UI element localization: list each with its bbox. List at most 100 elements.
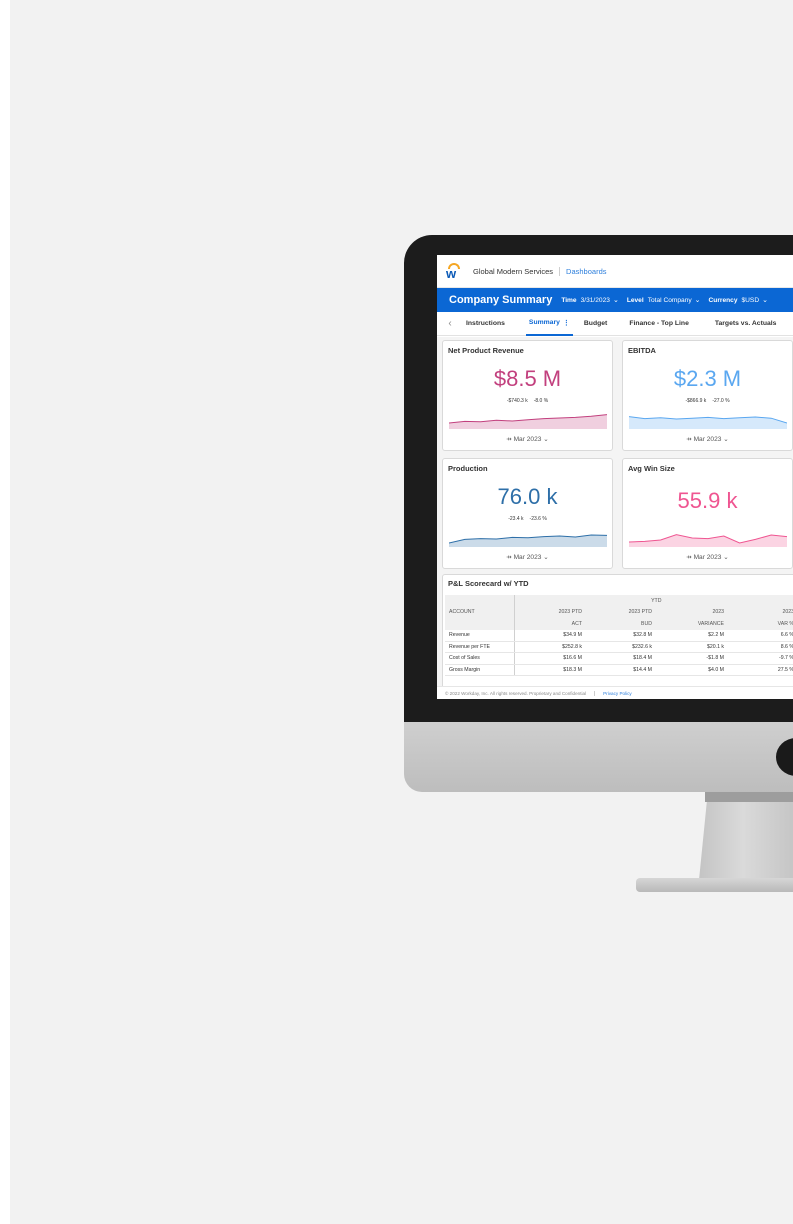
table-cell: $34.9 M xyxy=(514,629,586,642)
monitor-stand-joint xyxy=(705,792,793,802)
kpi-deltas: -$866.9 k -27.0 % xyxy=(623,398,792,404)
table-header-cell xyxy=(445,595,515,607)
monitor-stand xyxy=(699,792,793,880)
table-cell: $18.3 M xyxy=(514,664,586,676)
filter-currency-value[interactable]: $USD xyxy=(742,297,760,304)
table-row[interactable]: Revenue per FTE $252.8 k $232.6 k $20.1 … xyxy=(445,641,793,653)
card-title: Production xyxy=(448,464,488,473)
table-cell-account: Revenue per FTE xyxy=(445,641,515,653)
chevron-down-icon: ⌄ xyxy=(723,554,729,561)
kpi-card-avg-win-size[interactable]: Avg Win Size 55.9 k ⇸ Mar 2023 ⌄ xyxy=(622,458,793,569)
table-cell: $16.6 M xyxy=(514,652,586,665)
compare-arrows-icon: ⇸ xyxy=(686,436,692,443)
column-header-line1: 2023 PTD xyxy=(586,606,656,618)
column-header-line2: ACT xyxy=(514,618,586,630)
compare-arrows-icon: ⇸ xyxy=(506,554,512,561)
tab-instructions[interactable]: Instructions xyxy=(463,312,508,336)
table-header-row: ACCOUNT 2023 PTD 2023 PTD 2023 2023 xyxy=(445,606,793,630)
tab-budget[interactable]: Budget xyxy=(581,312,610,336)
filter-level-value[interactable]: Total Company xyxy=(648,297,692,304)
tab-targets-vs-actuals[interactable]: Targets vs. Actuals xyxy=(712,312,780,336)
column-header-line2: VARIANCE xyxy=(656,618,728,630)
kpi-value: $2.3 M xyxy=(673,366,742,391)
org-name: Global Modern Services xyxy=(473,266,561,276)
monitor-chin xyxy=(404,722,793,792)
table-cell-account: Gross Margin xyxy=(445,664,515,676)
kpi-card-production[interactable]: Production 76.0 k -23.4 k -23.6 % ⇸ Mar 2… xyxy=(442,458,613,569)
table-row[interactable]: Gross Margin $18.3 M $14.4 M $4.0 M 27.5… xyxy=(445,664,793,676)
chevron-down-icon: ⌄ xyxy=(723,436,729,443)
filter-time-label: Time xyxy=(561,296,577,304)
breadcrumb-dashboards[interactable]: Dashboards xyxy=(566,267,606,276)
card-title: EBITDA xyxy=(628,346,656,355)
tab-summary-label: Summary xyxy=(528,319,560,326)
column-header-line2: VAR % xyxy=(728,618,793,630)
footer: © 2022 Workday, Inc. All rights reserved… xyxy=(437,686,793,699)
chevron-left-icon[interactable]: ‹ xyxy=(437,318,463,329)
table-cell: $232.6 k xyxy=(586,641,656,653)
kpi-value: $8.5 M xyxy=(493,366,562,391)
table-group-header: YTD xyxy=(445,595,793,607)
kpi-delta-abs: -$740.3 k xyxy=(506,398,528,404)
pl-table: YTD ACCOUNT 2023 PTD 2023 PTD 2023 2023 … xyxy=(445,595,793,676)
workday-logo-icon[interactable]: w xyxy=(446,262,462,280)
filter-currency-label: Currency xyxy=(708,296,738,304)
period-selector[interactable]: ⇸ Mar 2023 ⌄ xyxy=(623,435,792,443)
table-cell: $14.4 M xyxy=(586,664,656,676)
period-label: Mar 2023 xyxy=(513,554,542,561)
chevron-down-icon[interactable]: ⌄ xyxy=(695,296,701,304)
table-cell: $2.2 M xyxy=(656,629,728,642)
copyright-text: © 2022 Workday, Inc. All rights reserved… xyxy=(445,690,587,696)
card-title: Net Product Revenue xyxy=(448,346,524,355)
kpi-deltas: -23.4 k -23.6 % xyxy=(443,516,612,522)
column-header-line1: 2023 xyxy=(728,606,793,618)
kpi-value: 55.9 k xyxy=(677,488,738,513)
period-selector[interactable]: ⇸ Mar 2023 ⌄ xyxy=(443,553,612,561)
period-selector[interactable]: ⇸ Mar 2023 ⌄ xyxy=(623,553,792,561)
privacy-policy-link[interactable]: Privacy Policy xyxy=(594,690,632,696)
sparkline xyxy=(449,534,607,547)
table-cell: $20.1 k xyxy=(656,641,728,653)
chevron-down-icon: ⌄ xyxy=(543,436,549,443)
table-cell: -9.7 % xyxy=(728,652,793,665)
page-title: Company Summary xyxy=(449,294,553,306)
sparkline xyxy=(629,534,787,547)
table-cell: $4.0 M xyxy=(656,664,728,676)
sparkline xyxy=(449,414,607,429)
column-header-account: ACCOUNT xyxy=(445,606,515,630)
kpi-value: 76.0 k xyxy=(497,484,558,509)
column-header-line1: 2023 PTD xyxy=(514,606,586,618)
kpi-delta-pct: -8.0 % xyxy=(533,398,549,404)
kpi-delta-pct: -27.0 % xyxy=(712,398,730,404)
table-cell: 27.5 % xyxy=(728,664,793,676)
tab-bar: ‹ Instructions Summary ⋮ Budget Finance -… xyxy=(437,312,793,336)
column-header-line2: BUD xyxy=(586,618,656,630)
chevron-down-icon[interactable]: ⌄ xyxy=(613,296,619,304)
table-cell: -$1.8 M xyxy=(656,652,728,665)
period-label: Mar 2023 xyxy=(693,554,722,561)
compare-arrows-icon: ⇸ xyxy=(686,554,692,561)
table-cell: $252.8 k xyxy=(514,641,586,653)
period-selector[interactable]: ⇸ Mar 2023 ⌄ xyxy=(443,435,612,443)
scorecard-title: P&L Scorecard w/ YTD xyxy=(448,579,529,588)
table-row[interactable]: Cost of Sales $16.6 M $18.4 M -$1.8 M -9… xyxy=(445,652,793,665)
column-header-line1: 2023 xyxy=(656,606,728,618)
kpi-deltas: -$740.3 k -8.0 % xyxy=(443,398,612,404)
monitor-base xyxy=(636,878,793,892)
compare-arrows-icon: ⇸ xyxy=(506,436,512,443)
table-row[interactable]: Revenue $34.9 M $32.8 M $2.2 M 6.6 % xyxy=(445,629,793,642)
kpi-card-net-product-revenue[interactable]: Net Product Revenue $8.5 M -$740.3 k -8.0… xyxy=(442,340,613,451)
period-label: Mar 2023 xyxy=(693,436,722,443)
sparkline-area xyxy=(449,535,607,547)
card-title: Avg Win Size xyxy=(628,464,675,473)
kpi-delta-pct: -23.6 % xyxy=(529,516,547,522)
dashboard-header: Company Summary Time 3/31/2023 ⌄ Level T… xyxy=(437,288,793,312)
more-vertical-icon[interactable]: ⋮ xyxy=(563,319,570,327)
tab-summary[interactable]: Summary ⋮ xyxy=(525,312,573,336)
filter-time-value[interactable]: 3/31/2023 xyxy=(581,297,610,304)
chevron-down-icon[interactable]: ⌄ xyxy=(762,296,768,304)
filter-level-label: Level xyxy=(626,296,644,304)
top-bar: w Global Modern Services Dashboards xyxy=(437,255,793,288)
tab-finance-top-line[interactable]: Finance - Top Line xyxy=(626,312,692,336)
kpi-card-ebitda[interactable]: EBITDA $2.3 M -$866.9 k -27.0 % ⇸ Mar 202… xyxy=(622,340,793,451)
